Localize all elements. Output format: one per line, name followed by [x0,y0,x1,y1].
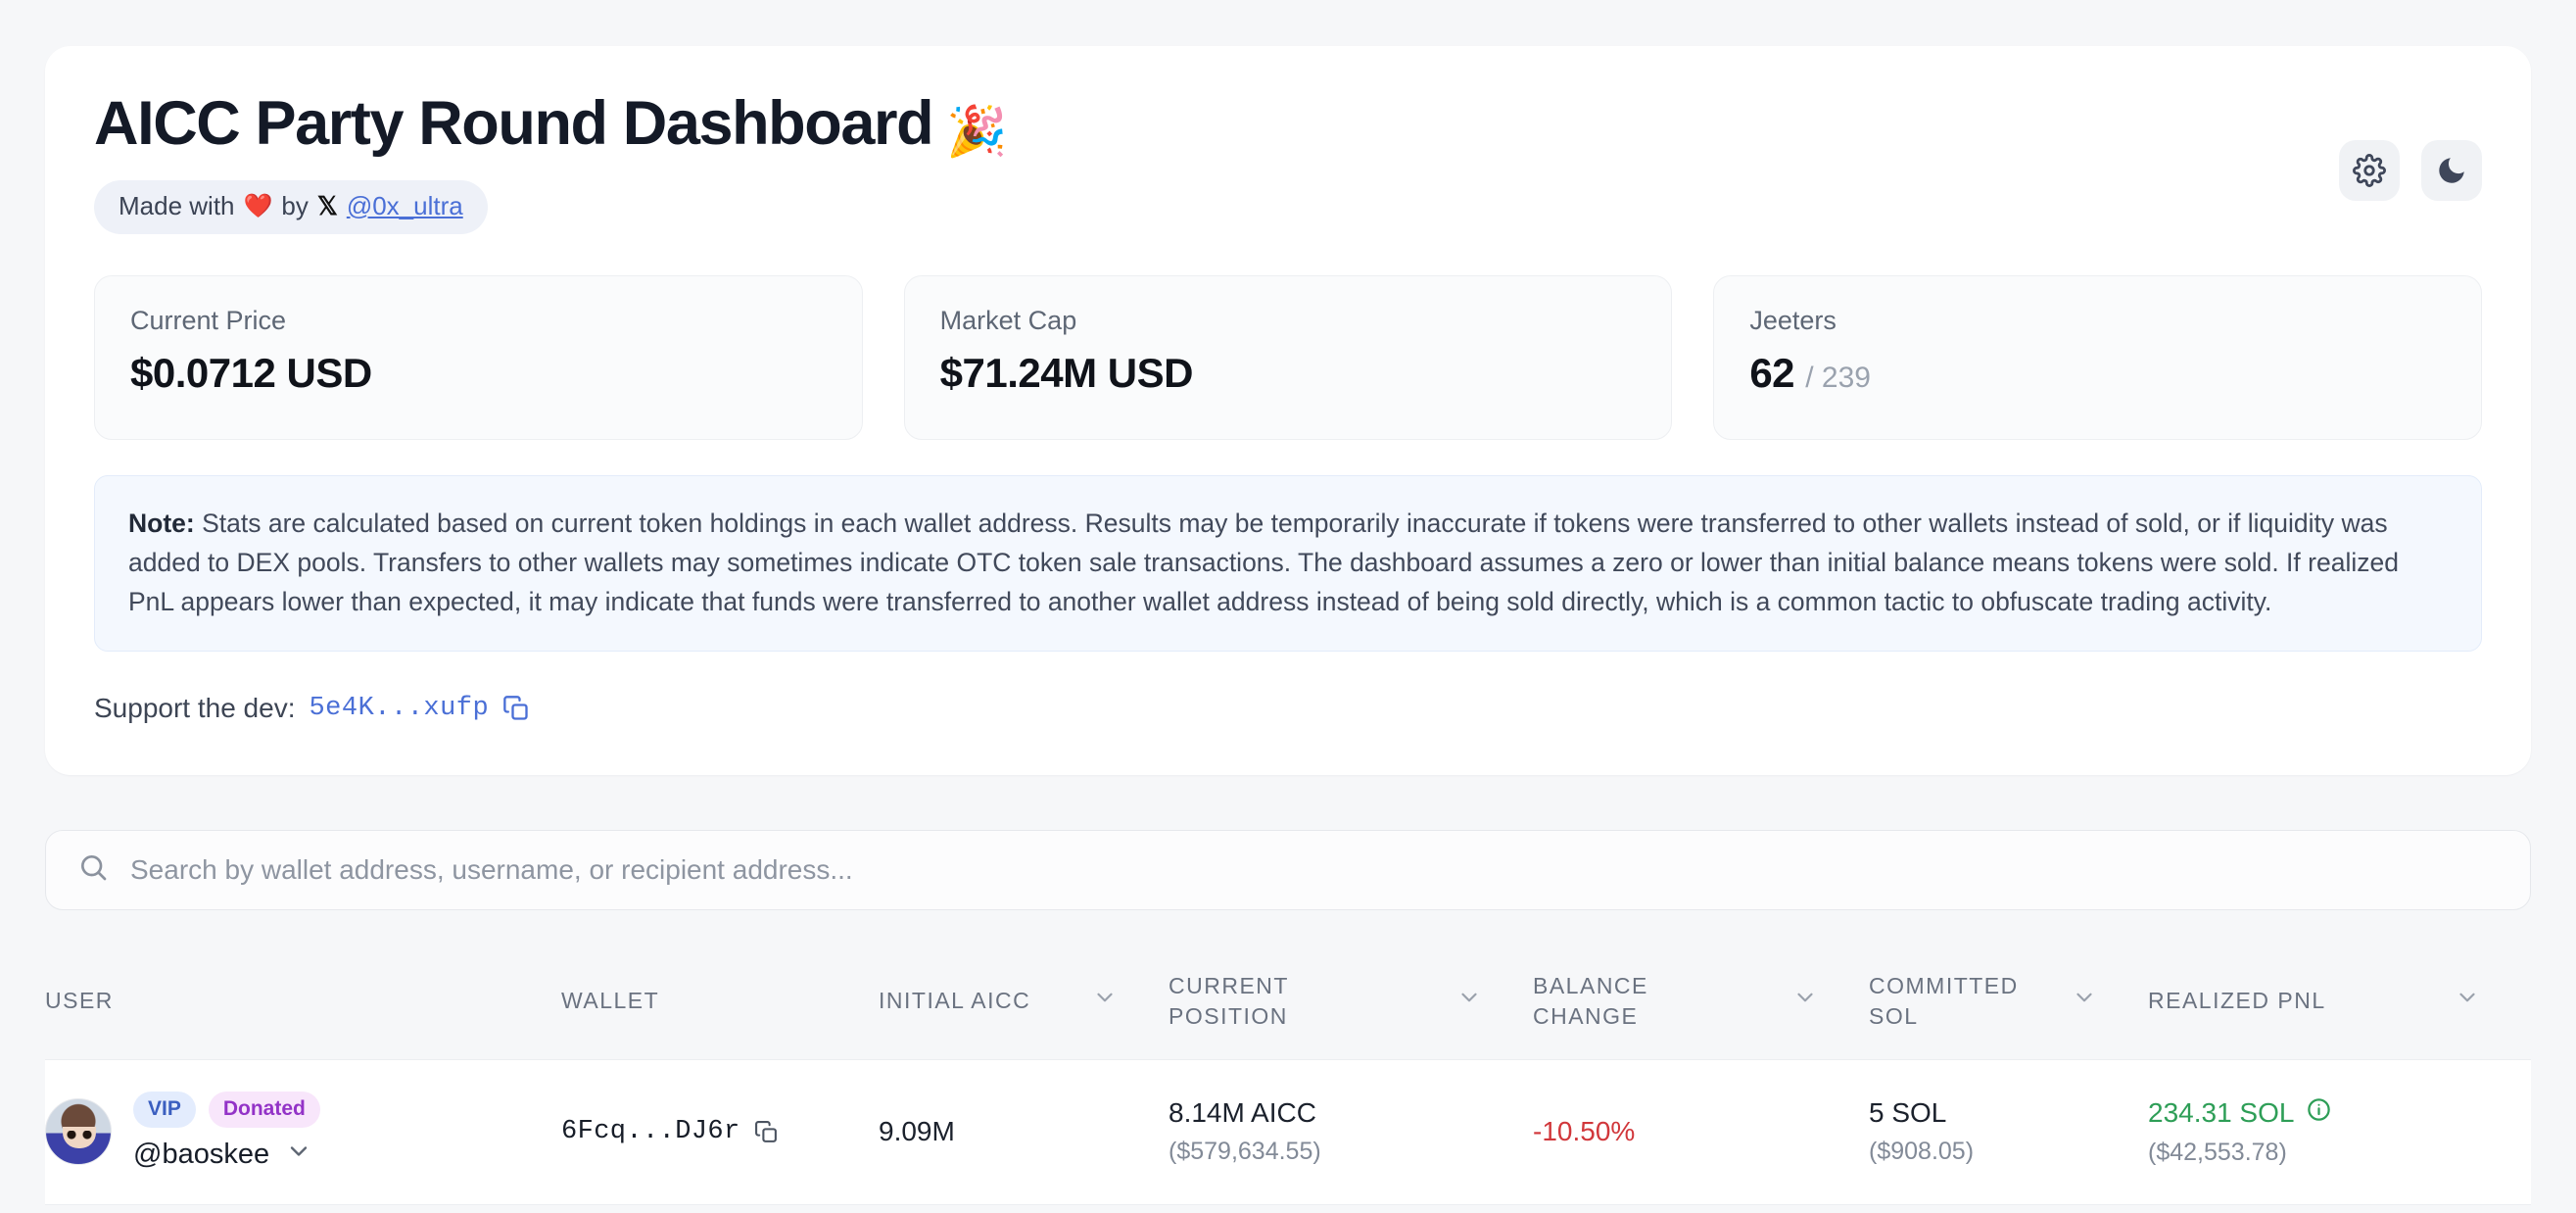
chevron-down-icon[interactable] [285,1138,312,1172]
table-header-row: USER WALLET INITIAL AICC CURRENT POSITIO… [45,947,2531,1060]
avatar [45,1098,112,1166]
x-logo-icon: 𝕏 [316,190,338,220]
credit-handle-link[interactable]: @0x_ultra [347,191,463,221]
column-label: BALANCE CHANGE [1533,972,1648,1029]
stat-value: $71.24M USD [939,349,1194,396]
stat-value: 62 / 239 [1749,350,2446,397]
party-popper-icon: 🎉 [946,104,1007,159]
copy-icon[interactable] [754,1120,779,1144]
search-bar[interactable] [45,829,2531,910]
copy-icon[interactable] [502,695,530,722]
column-header-realized-pnl[interactable]: REALIZED PNL [2148,985,2531,1018]
stat-card-current-price: Current Price $0.0712 USD [94,274,863,440]
title-row: AICC Party Round Dashboard 🎉 [94,89,2482,159]
column-label: WALLET [561,988,660,1014]
stat-label: Jeeters [1749,305,1837,335]
column-header-initial-aicc[interactable]: INITIAL AICC [879,985,1169,1018]
realized-pnl-value: 234.31 SOL [2148,1097,2295,1129]
initial-aicc-value: 9.09M [879,1116,955,1147]
username-row[interactable]: @baoskee [133,1138,320,1172]
user-badges: VIP Donated [133,1091,320,1129]
column-header-current-position[interactable]: CURRENT POSITION [1169,971,1533,1032]
note-body: Stats are calculated based on current to… [128,508,2399,616]
wallet-address: 6Fcq...DJ6r [561,1117,740,1147]
committed-sol-value: 5 SOL [1869,1097,1947,1129]
cell-current-position: 8.14M AICC ($579,634.55) [1169,1097,1533,1166]
chevron-down-icon[interactable] [1456,985,1482,1018]
note-text: Note: Stats are calculated based on curr… [128,504,2448,621]
header-actions [2339,140,2482,201]
holders-table: USER WALLET INITIAL AICC CURRENT POSITIO… [45,947,2531,1205]
note-prefix: Note: [128,508,195,538]
current-position-value: 8.14M AICC [1169,1097,1316,1129]
chevron-down-icon[interactable] [1092,985,1118,1018]
search-input[interactable] [130,853,2499,886]
chevron-down-icon[interactable] [1792,985,1818,1018]
username: @baoskee [133,1139,270,1171]
column-header-committed-sol[interactable]: COMMITTED SOL [1869,971,2148,1032]
realized-pnl-usd: ($42,553.78) [2148,1139,2287,1167]
support-label: Support the dev: [94,692,296,723]
column-label: REALIZED PNL [2148,988,2326,1014]
stat-label: Market Cap [939,305,1077,335]
column-header-user: USER [45,986,561,1016]
table-row[interactable]: VIP Donated @baoskee 6Fcq...DJ6r 9.09M 8… [45,1059,2531,1205]
moon-icon [2435,154,2468,187]
stats-row: Current Price $0.0712 USD Market Cap $71… [94,274,2482,440]
credit-badge: Made with ❤️ by 𝕏 @0x_ultra [94,179,488,234]
current-position-usd: ($579,634.55) [1169,1138,1321,1166]
page-title-text: AICC Party Round Dashboard [94,89,934,158]
note-box: Note: Stats are calculated based on curr… [94,474,2482,652]
gear-icon [2353,154,2386,187]
badge-donated: Donated [208,1091,320,1129]
credit-by: by [281,190,309,220]
balance-change-value: -10.50% [1533,1116,1636,1147]
cell-wallet: 6Fcq...DJ6r [561,1117,879,1146]
heart-icon: ❤️ [243,192,273,219]
info-icon[interactable] [2306,1096,2332,1130]
column-label: CURRENT POSITION [1169,972,1289,1029]
column-label: INITIAL AICC [879,988,1031,1014]
header-card: AICC Party Round Dashboard 🎉 Made with ❤️… [45,46,2531,775]
committed-sol-usd: ($908.05) [1869,1138,1975,1166]
user-info: VIP Donated @baoskee [133,1091,320,1172]
theme-toggle-button[interactable] [2421,140,2482,201]
cell-user: VIP Donated @baoskee [45,1091,561,1172]
cell-realized-pnl: 234.31 SOL ($42,553.78) [2148,1096,2531,1167]
stat-value: $0.0712 USD [130,349,372,396]
settings-button[interactable] [2339,140,2400,201]
chevron-down-icon[interactable] [2455,985,2480,1018]
jeeters-count: 62 [1749,349,1795,396]
stat-card-market-cap: Market Cap $71.24M USD [903,274,1673,440]
realized-pnl-row: 234.31 SOL [2148,1096,2531,1130]
column-label: COMMITTED SOL [1869,972,2019,1029]
credit-prefix: Made with [119,190,235,220]
chevron-down-icon[interactable] [2072,985,2097,1018]
support-the-dev-row: Support the dev: 5e4K...xufp [94,693,2482,724]
column-header-balance-change[interactable]: BALANCE CHANGE [1533,971,1869,1032]
support-address[interactable]: 5e4K...xufp [309,694,489,723]
search-icon [77,851,109,888]
cell-balance-change: -10.50% [1533,1116,1869,1147]
page-title: AICC Party Round Dashboard 🎉 [94,89,1007,159]
cell-committed-sol: 5 SOL ($908.05) [1869,1097,2148,1166]
stat-card-jeeters: Jeeters 62 / 239 [1713,274,2482,440]
badge-vip: VIP [133,1091,196,1129]
cell-initial-aicc: 9.09M [879,1116,1169,1147]
column-header-wallet: WALLET [561,986,879,1016]
jeeters-total: / 239 [1805,361,1871,394]
stat-label: Current Price [130,305,287,335]
column-label: USER [45,988,114,1014]
dashboard-page: AICC Party Round Dashboard 🎉 Made with ❤️… [0,0,2576,1213]
